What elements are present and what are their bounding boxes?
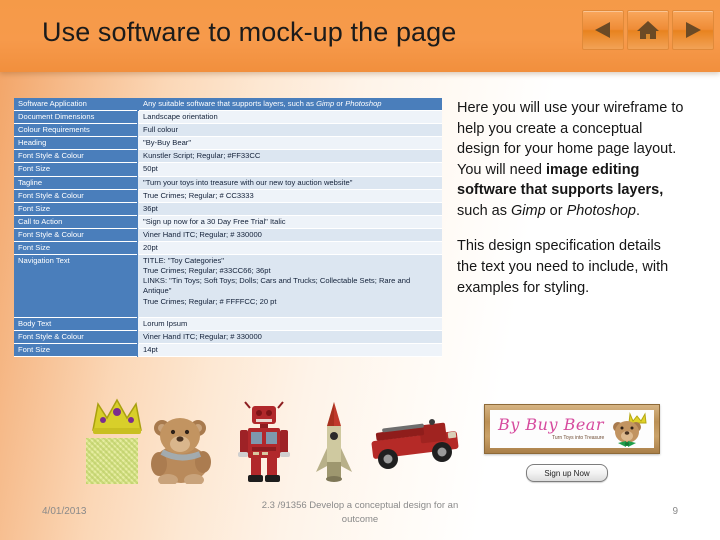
spec-row-label: Colour Requirements [14, 123, 138, 138]
table-row: Font Size 36pt [14, 202, 442, 216]
crown-image [92, 398, 142, 434]
slide-canvas: Use software to mock-up the page Softwar… [0, 0, 720, 540]
colour-swatch [86, 438, 138, 484]
design-specification-table: Software Application Any suitable softwar… [14, 98, 442, 358]
teddy-bear-image [151, 418, 211, 484]
table-row: Font Size 50pt [14, 162, 442, 177]
spec-row-label: Font Style & Colour [14, 228, 138, 243]
spec-row-label: Tagline [14, 176, 138, 190]
spec-row-label: Software Application [14, 98, 138, 112]
explanation-p1-part-c: or [545, 202, 567, 219]
page-title: Use software to mock-up the page [42, 17, 457, 47]
spec-row-value: Full colour [137, 123, 442, 138]
robot-toy-image [238, 401, 290, 482]
table-row: Font Style & Colour Kunstler Script; Regu… [14, 149, 442, 164]
banner-mockup: By Buy Bear Turn Toys into Treasure [490, 410, 654, 448]
forward-arrow-icon [686, 22, 701, 38]
spec-row-label: Font Style & Colour [14, 330, 138, 345]
fire-truck-image [371, 419, 459, 469]
navigation-buttons [582, 10, 714, 50]
table-row: Font Style & Colour Viner Hand ITC; Regul… [14, 228, 442, 243]
spec-row-label: Font Style & Colour [14, 149, 138, 164]
explanation-paragraph-1: Here you will use your wireframe to help… [457, 98, 685, 221]
table-row: Colour Requirements Full colour [14, 123, 442, 138]
table-row: Navigation Text TITLE: "Toy Categories" T… [14, 254, 442, 319]
spec-row-label: Navigation Text [14, 254, 138, 319]
spec-row-value: "By-Buy Bear" [137, 136, 442, 151]
spec-row-value-rich: Any suitable software that supports laye… [137, 98, 442, 112]
footer-date: 4/01/2013 [42, 506, 87, 517]
spec-row-value: True Crimes; Regular; # CC3333 [137, 189, 442, 203]
banner-tagline: Turn Toys into Treasure [552, 435, 605, 441]
table-row: Document Dimensions Landscape orientation [14, 110, 442, 125]
home-button[interactable] [627, 10, 669, 50]
spec-row-label: Font Size [14, 162, 138, 177]
value-text-mid: or [334, 99, 346, 108]
spec-table-body: Software Application Any suitable softwar… [14, 98, 442, 358]
spec-row-label: Font Style & Colour [14, 189, 138, 203]
spec-row-label: Font Size [14, 202, 138, 216]
home-icon [637, 21, 659, 39]
table-row: Font Style & Colour True Crimes; Regular;… [14, 189, 442, 203]
spec-row-value: Kunstler Script; Regular; #FF33CC [137, 149, 442, 164]
table-row: Software Application Any suitable softwar… [14, 98, 442, 112]
banner-title: By Buy Bear [498, 415, 604, 434]
banner-bear-icon [613, 412, 647, 447]
signup-now-button[interactable]: Sign up Now [526, 464, 608, 482]
table-row: Body Text Lorum Ipsum [14, 317, 442, 332]
spec-row-label: Heading [14, 136, 138, 151]
spec-row-value: Viner Hand ITC; Regular; # 330000 [137, 228, 442, 243]
table-row: Call to Action "Sign up now for a 30 Day … [14, 215, 442, 229]
spec-row-value: "Sign up now for a 30 Day Free Trial" It… [137, 215, 442, 229]
explanation-text: Here you will use your wireframe to help… [457, 98, 685, 313]
spec-row-value: "Turn your toys into treasure with our n… [137, 176, 442, 190]
spec-row-value: Landscape orientation [137, 110, 442, 125]
spec-row-label: Body Text [14, 317, 138, 332]
footer-page-number: 9 [672, 506, 678, 517]
footer-center-text: 2.3 /91356 Develop a conceptual design f… [261, 500, 459, 525]
spec-row-label: Call to Action [14, 215, 138, 229]
spec-row-value: 20pt [137, 241, 442, 256]
value-italic-gimp: Gimp [316, 99, 335, 108]
back-button[interactable] [582, 10, 624, 50]
banner-mockup-frame: By Buy Bear Turn Toys into Treasure [484, 404, 660, 454]
spec-row-label: Font Size [14, 241, 138, 256]
table-row: Heading "By-Buy Bear" [14, 136, 442, 151]
table-row: Tagline "Turn your toys into treasure wit… [14, 176, 442, 190]
spec-row-value: 50pt [137, 162, 442, 177]
back-arrow-icon [595, 22, 610, 38]
explanation-p1-part-d: . [635, 202, 640, 219]
table-row: Font Size 20pt [14, 241, 442, 256]
spec-row-value: 36pt [137, 202, 442, 216]
spec-row-label: Document Dimensions [14, 110, 138, 125]
spec-row-label: Font Size [14, 343, 138, 358]
table-row: Font Style & Colour Viner Hand ITC; Regul… [14, 330, 442, 345]
spec-row-value: Lorum Ipsum [137, 317, 442, 332]
header-band: Use software to mock-up the page [0, 0, 720, 72]
explanation-p1-italic-gimp: Gimp [511, 202, 546, 219]
spec-row-value: Viner Hand ITC; Regular; # 330000 [137, 330, 442, 345]
explanation-p1-part-b: such as [457, 202, 511, 219]
table-row: Font Size 14pt [14, 343, 442, 358]
toy-image-strip [36, 392, 459, 484]
explanation-p1-italic-photoshop: Photoshop [566, 202, 636, 219]
explanation-paragraph-2: This design specification details the te… [457, 238, 669, 296]
value-text: Any suitable software that supports laye… [143, 99, 317, 108]
value-italic-photoshop: Photoshop [345, 99, 382, 108]
spec-row-value: TITLE: "Toy Categories" True Crimes; Reg… [137, 254, 442, 319]
spec-row-value: 14pt [137, 343, 442, 358]
rocket-toy-image [316, 402, 352, 482]
forward-button[interactable] [672, 10, 714, 50]
